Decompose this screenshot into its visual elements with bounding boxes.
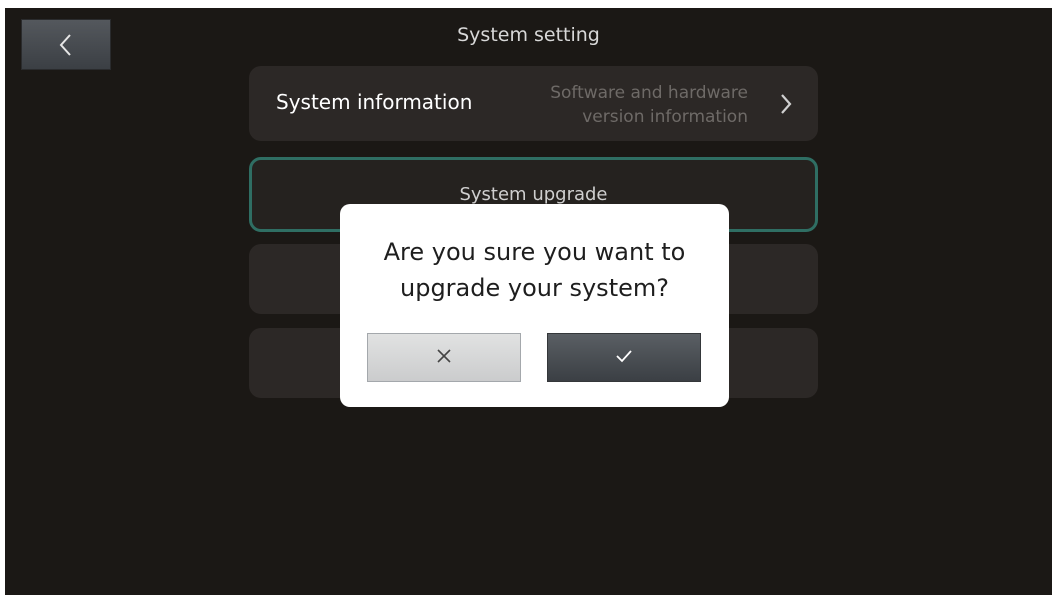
dialog-message-line-1: Are you sure you want to	[383, 238, 686, 266]
confirm-upgrade-dialog: Are you sure you want to upgrade your sy…	[340, 204, 729, 407]
menu-item-description: Software and hardware version informatio…	[550, 81, 748, 129]
menu-item-system-information[interactable]: System information Software and hardware…	[249, 66, 818, 141]
description-line-1: Software and hardware	[550, 83, 748, 103]
description-line-2: version information	[582, 107, 748, 127]
cancel-button[interactable]	[367, 333, 521, 382]
checkmark-icon	[615, 348, 633, 367]
dialog-message-line-2: upgrade your system?	[400, 274, 669, 302]
page-title: System setting	[457, 24, 600, 46]
system-setting-screen: System setting System information Softwa…	[5, 8, 1052, 595]
chevron-right-icon	[780, 93, 792, 119]
confirm-button[interactable]	[547, 333, 701, 382]
dialog-message: Are you sure you want to upgrade your sy…	[340, 234, 729, 306]
menu-item-label: System information	[276, 90, 473, 114]
close-icon	[436, 348, 452, 368]
